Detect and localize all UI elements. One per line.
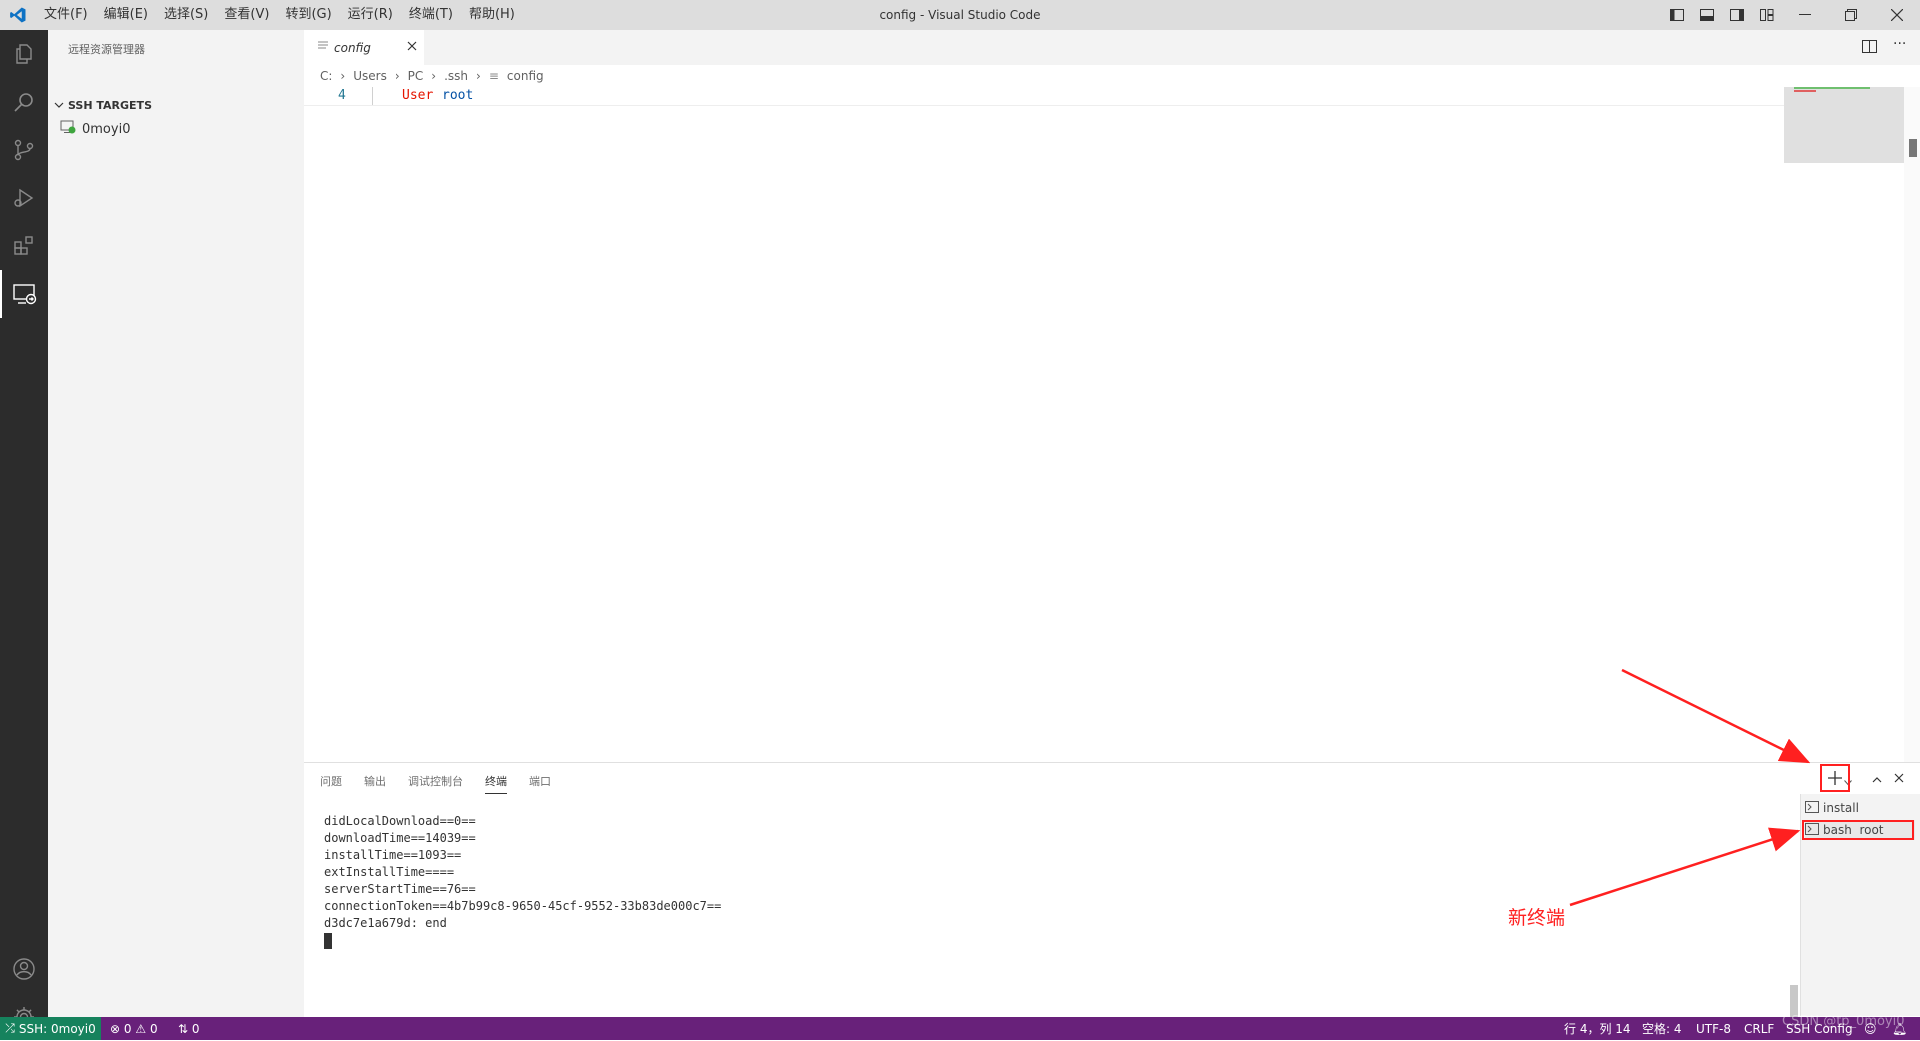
remote-indicator[interactable]: ⤮ SSH: 0moyi0 <box>0 1017 101 1040</box>
encoding[interactable]: UTF-8 <box>1696 1017 1731 1040</box>
problems-status[interactable]: ⊗ 0 ⚠ 0 <box>110 1017 158 1040</box>
watermark: CSDN @tp_0moyi0 <box>1782 1014 1905 1029</box>
ports-status[interactable]: ⇅ 0 <box>178 1017 200 1040</box>
status-bar: ⤮ SSH: 0moyi0 ⊗ 0 ⚠ 0 ⇅ 0 行 4，列 14 空格: 4… <box>0 1014 1920 1040</box>
ports-icon: ⇅ <box>178 1021 189 1036</box>
warning-count: 0 <box>149 1021 158 1036</box>
warning-icon: ⚠ <box>135 1021 147 1036</box>
ports-count: 0 <box>191 1021 200 1036</box>
annotation-label: 新终端 <box>1508 907 1566 929</box>
line-ending[interactable]: CRLF <box>1744 1017 1774 1040</box>
cursor-position[interactable]: 行 4，列 14 <box>1564 1017 1631 1040</box>
annotation-arrow-bash <box>1569 827 1801 907</box>
annotation-arrow-new-terminal <box>1621 668 1811 764</box>
remote-icon: ⤮ <box>5 1021 15 1035</box>
error-count: 0 <box>123 1021 132 1036</box>
annotation-arrows <box>1569 668 1811 907</box>
indentation[interactable]: 空格: 4 <box>1642 1017 1682 1040</box>
error-icon: ⊗ <box>110 1021 121 1036</box>
remote-label: SSH: 0moyi0 <box>18 1021 96 1036</box>
